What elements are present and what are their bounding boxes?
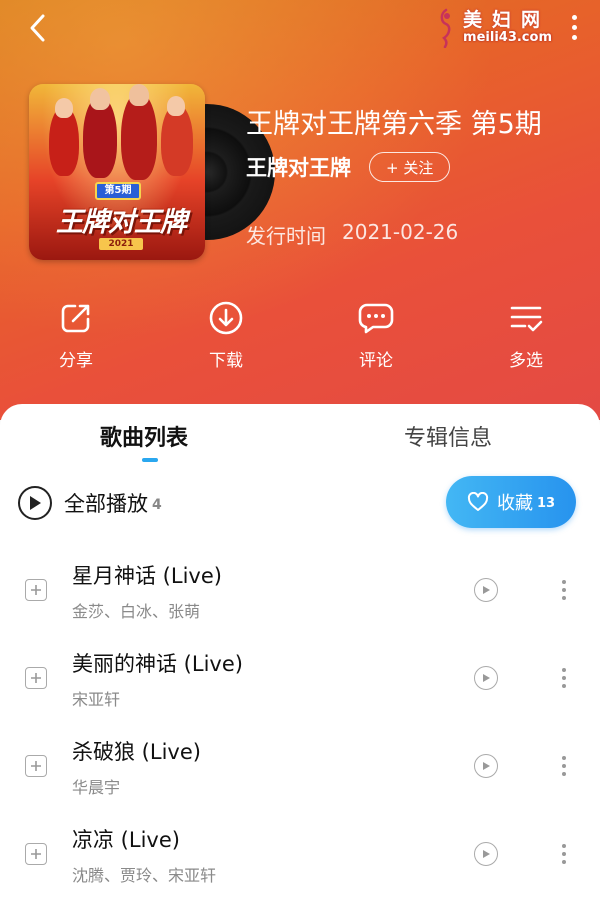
collect-count: 13 — [536, 495, 556, 511]
song-title: 星月神话 (Live) — [72, 564, 222, 588]
release-info: 发行时间 2021-02-26 — [246, 220, 458, 249]
multi-select-label: 多选 — [509, 351, 543, 371]
watermark: 美妇网 meili43.com — [435, 8, 552, 48]
song-title: 美丽的神话 (Live) — [72, 652, 243, 676]
play-icon — [483, 850, 490, 858]
heart-icon — [467, 492, 489, 511]
comment-button[interactable]: 评论 — [336, 300, 416, 374]
song-more-button[interactable] — [552, 574, 576, 606]
add-to-playlist-button[interactable] — [25, 843, 47, 865]
song-row[interactable]: 凉凉 (Live) 沈腾、贾玲、宋亚轩 — [0, 824, 600, 902]
play-all-label: 全部播放 — [64, 492, 148, 516]
watermark-name: 美妇网 — [463, 9, 551, 32]
song-artists: 金莎、白冰、张萌 — [72, 602, 201, 621]
share-button[interactable]: 分享 — [36, 300, 116, 374]
song-artists: 宋亚轩 — [72, 690, 121, 709]
play-all-button[interactable]: 全部播放 4 — [18, 486, 162, 520]
active-tab-indicator — [142, 458, 158, 462]
plus-icon — [31, 585, 41, 595]
dot-icon — [571, 34, 577, 40]
cover-year: 2021 — [99, 238, 143, 250]
cover-episode-badge: 第5期 — [95, 182, 141, 200]
cover-face — [90, 88, 110, 110]
chevron-left-icon — [30, 14, 45, 42]
song-artists: 沈腾、贾玲、宋亚轩 — [72, 866, 217, 885]
song-play-button[interactable] — [474, 578, 498, 602]
song-artists: 华晨宇 — [72, 778, 121, 797]
action-bar: 分享 下载 评论 多选 — [0, 300, 600, 380]
watermark-domain: meili43.com — [463, 30, 552, 46]
download-button[interactable]: 下载 — [186, 300, 266, 374]
song-list-panel: 歌曲列表 专辑信息 全部播放 4 收藏 13 星月神话 (Live) 金莎、白冰… — [0, 404, 600, 902]
cover-face — [55, 98, 73, 118]
cover-face — [129, 84, 149, 106]
download-label: 下载 — [209, 351, 243, 371]
multi-select-button[interactable]: 多选 — [486, 300, 566, 374]
song-more-button[interactable] — [552, 838, 576, 870]
comment-label: 评论 — [359, 351, 393, 371]
song-more-button[interactable] — [552, 662, 576, 694]
back-button[interactable] — [18, 8, 58, 48]
multi-select-icon — [510, 306, 543, 332]
plus-icon — [31, 673, 41, 683]
dot-icon — [571, 24, 577, 30]
song-play-button[interactable] — [474, 754, 498, 778]
add-to-playlist-button[interactable] — [25, 667, 47, 689]
collect-label: 收藏 — [496, 493, 533, 514]
song-play-button[interactable] — [474, 842, 498, 866]
song-more-button[interactable] — [552, 750, 576, 782]
tab-album-info[interactable]: 专辑信息 — [404, 420, 492, 452]
follow-button[interactable]: + 关注 — [369, 152, 451, 182]
cover-show-title: 王牌对王牌 — [56, 207, 187, 238]
plus-icon — [31, 761, 41, 771]
dot-icon — [571, 14, 577, 20]
share-label: 分享 — [59, 351, 93, 371]
album-cover[interactable]: 第5期 王牌对王牌 2021 — [29, 84, 275, 260]
share-icon — [61, 304, 90, 333]
play-circle-icon — [18, 486, 52, 520]
release-label: 发行时间 — [246, 224, 326, 248]
song-play-button[interactable] — [474, 666, 498, 690]
album-title: 王牌对王牌第六季 第5期 — [246, 109, 542, 140]
tab-song-list[interactable]: 歌曲列表 — [100, 420, 188, 452]
play-icon — [483, 674, 490, 682]
play-all-count: 4 — [152, 497, 162, 513]
song-row[interactable]: 星月神话 (Live) 金莎、白冰、张萌 — [0, 560, 600, 640]
cover-face — [167, 96, 185, 116]
song-row[interactable]: 杀破狼 (Live) 华晨宇 — [0, 736, 600, 816]
add-to-playlist-button[interactable] — [25, 579, 47, 601]
song-row[interactable]: 美丽的神话 (Live) 宋亚轩 — [0, 648, 600, 728]
watermark-logo-icon — [440, 8, 451, 48]
download-icon — [209, 301, 243, 335]
song-title: 杀破狼 (Live) — [72, 740, 201, 764]
artist-name-link[interactable]: 王牌对王牌 — [246, 152, 351, 182]
album-cover-image: 第5期 王牌对王牌 2021 — [29, 84, 205, 260]
collect-button[interactable]: 收藏 13 — [446, 476, 576, 528]
play-icon — [483, 762, 490, 770]
comment-icon — [358, 303, 394, 334]
release-date: 2021-02-26 — [342, 220, 459, 244]
song-title: 凉凉 (Live) — [72, 828, 180, 852]
add-to-playlist-button[interactable] — [25, 755, 47, 777]
play-icon — [483, 586, 490, 594]
plus-icon — [31, 849, 41, 859]
more-options-button[interactable] — [562, 10, 586, 44]
